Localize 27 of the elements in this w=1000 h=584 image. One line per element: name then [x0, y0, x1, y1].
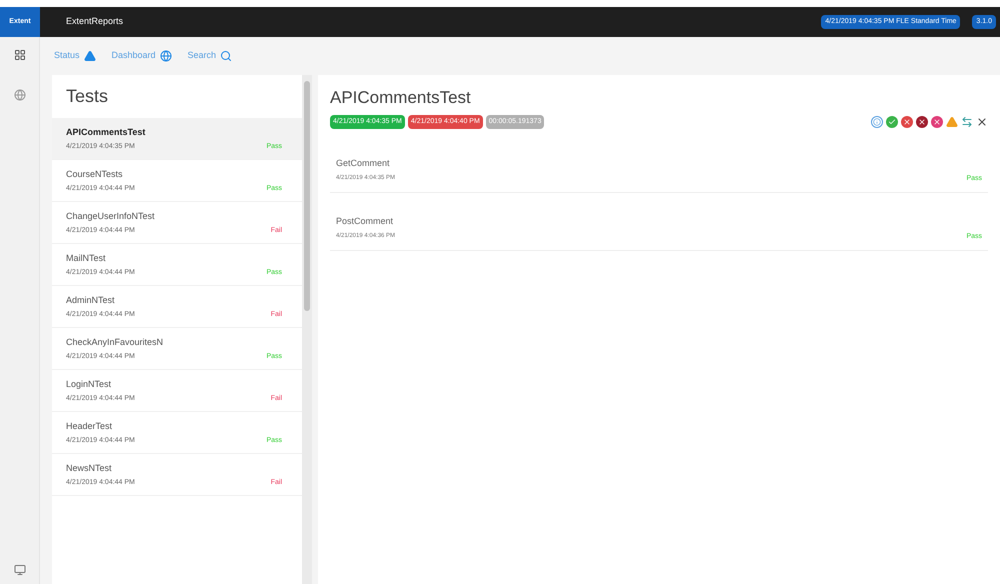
grid-icon[interactable]: [14, 49, 26, 61]
test-name: AdminNTest: [66, 294, 116, 307]
test-name: MailNTest: [66, 252, 107, 265]
app-title: ExtentReports: [66, 15, 124, 28]
monitor-icon[interactable]: [14, 564, 26, 576]
test-name: CheckAnyInFavouritesN: [66, 336, 164, 349]
test-name: LoginNTest: [66, 378, 112, 391]
search-icon: [220, 50, 232, 62]
test-name: CourseNTests: [66, 168, 124, 181]
test-name: HeaderTest: [66, 420, 114, 433]
step-name: GetComment: [336, 157, 391, 170]
detail-title: APICommentsTest: [330, 87, 472, 109]
test-name: APICommentsTest: [66, 126, 146, 139]
warning-icon[interactable]: [946, 116, 958, 128]
step-name: PostComment: [336, 215, 394, 228]
error-filter-icon[interactable]: [931, 116, 943, 128]
test-name: NewsNTest: [66, 462, 113, 475]
close-icon[interactable]: [976, 116, 988, 128]
pass-filter-icon[interactable]: [886, 116, 898, 128]
globe-icon: [160, 50, 172, 62]
globe-icon[interactable]: [14, 89, 26, 101]
panel-title: Tests: [65, 85, 110, 108]
fatal-filter-icon[interactable]: [916, 116, 928, 128]
warning-icon: [84, 50, 96, 62]
info-filter-icon[interactable]: [871, 116, 883, 128]
fail-filter-icon[interactable]: [901, 116, 913, 128]
test-name: ChangeUserInfoNTest: [66, 210, 156, 223]
